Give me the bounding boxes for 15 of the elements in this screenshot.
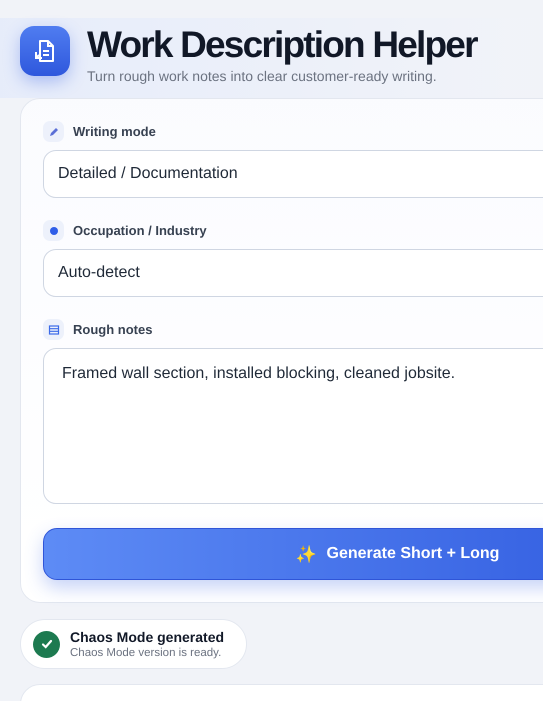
select-field[interactable]: Detailed / Documentation: [43, 150, 543, 198]
toast-message: Chaos Mode version is ready.: [70, 647, 222, 659]
check-icon: [33, 630, 60, 658]
app-title: Work Description Helper: [87, 26, 477, 64]
field-label: Writing mode: [73, 124, 156, 139]
field-label: Rough notes: [73, 322, 152, 337]
pencil-icon: [43, 121, 64, 142]
app-subtitle: Turn rough work notes into clear customer-ready writing.: [87, 68, 438, 84]
generate-button[interactable]: ✨ Generate Short + Long: [43, 528, 543, 580]
select-field[interactable]: Auto-detect: [43, 249, 543, 297]
document-icon: [20, 26, 70, 76]
toast-title: Chaos Mode generated: [70, 629, 224, 645]
field-label: Occupation / Industry: [73, 223, 207, 238]
notes-textarea[interactable]: Framed wall section, installed blocking, cleaned jobsite.: [43, 348, 543, 504]
list-icon: [43, 319, 64, 340]
